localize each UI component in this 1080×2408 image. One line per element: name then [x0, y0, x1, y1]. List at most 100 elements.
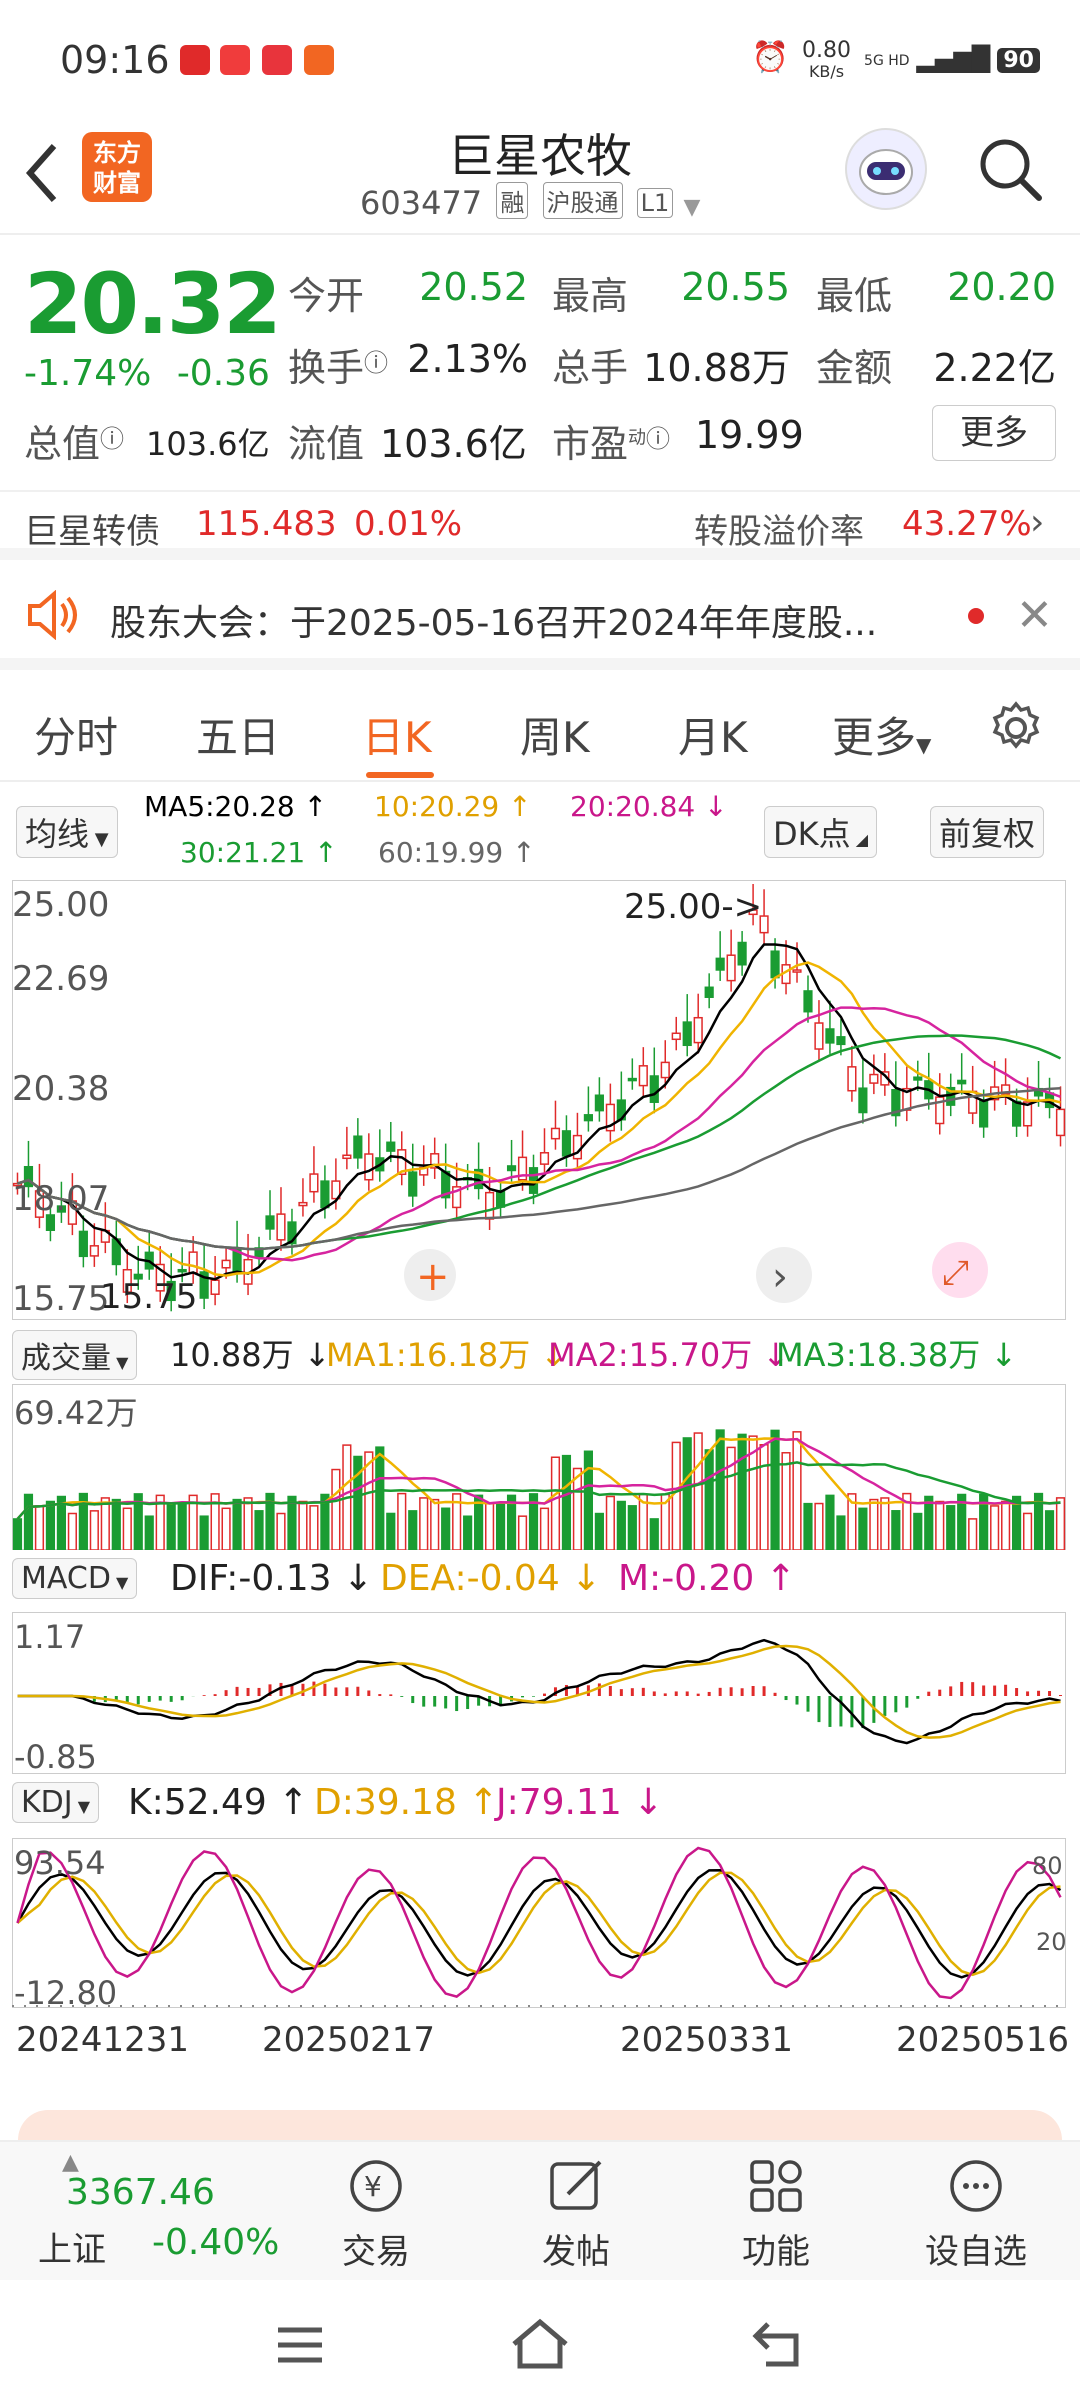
info-icon[interactable]: ⓘ — [646, 425, 670, 453]
trade-button[interactable]: ¥ 交易 — [296, 2156, 456, 2273]
kdj-level-80: 80 — [1032, 1852, 1063, 1880]
dk-label: DK点 — [773, 815, 851, 853]
quote-panel: 20.32 -1.74% -0.36 今开 20.52 最高 20.55 最低 … — [0, 235, 1080, 475]
volume-bar — [836, 1515, 846, 1551]
ma30-label: 30:21.21 ↑ — [180, 836, 338, 869]
tab-weekly-k[interactable]: 周K — [520, 704, 590, 765]
volume-legend: 成交量 ▼ 10.88万 ↓ MA1:16.18万 ↓ MA2:15.70万 ↓… — [0, 1330, 1080, 1386]
kline-chart[interactable]: 25.00 22.69 20.38 18.07 15.75 25.00-> 15… — [11, 879, 1067, 1321]
unread-dot — [968, 608, 984, 624]
candle-body — [693, 1016, 703, 1044]
ma-selector-label: 均线 — [25, 815, 90, 853]
adjust-mode-selector[interactable]: 前复权 — [930, 806, 1045, 858]
tab-daily-k[interactable]: 日K — [362, 704, 432, 765]
index-value[interactable]: 3367.46 — [66, 2172, 215, 2213]
kline-y4: 18.07 — [12, 1179, 109, 1219]
add-drawing-icon[interactable]: + — [404, 1249, 456, 1301]
promo-banner-edge[interactable] — [18, 2110, 1062, 2140]
low-price-marker: 15.75 — [100, 1277, 197, 1317]
candle-body — [210, 1279, 220, 1295]
volume-bar — [1001, 1500, 1011, 1551]
app-icon-1 — [180, 45, 210, 75]
menu-icon[interactable] — [270, 2320, 330, 2374]
add-watchlist-button[interactable]: 设自选 — [896, 2156, 1056, 2273]
svg-text:¥: ¥ — [364, 2170, 382, 2203]
search-icon[interactable] — [975, 134, 1045, 204]
back-nav-icon[interactable] — [750, 2316, 810, 2376]
candle-body — [506, 1165, 517, 1172]
volume-bar — [583, 1450, 593, 1551]
net-unit: KB/s — [808, 61, 845, 81]
volume-bar — [177, 1502, 187, 1551]
candle-body — [660, 1061, 670, 1079]
more-quote-button[interactable]: 更多 — [932, 405, 1056, 461]
kdj-chart[interactable]: 93.54 -12.80 80 20 — [11, 1837, 1067, 2012]
expand-icon[interactable]: ⤢ — [932, 1242, 988, 1298]
tab-intraday[interactable]: 分时 — [34, 704, 118, 765]
volume-bar — [605, 1495, 615, 1551]
function-button[interactable]: 功能 — [696, 2156, 856, 2273]
turnover-label: 换手 — [288, 346, 365, 390]
macd-chart[interactable]: 1.17 -0.85 — [11, 1611, 1067, 1776]
kline-y3: 20.38 — [12, 1069, 109, 1109]
net-type: 5G HD — [864, 53, 910, 69]
candle-body — [638, 1065, 648, 1087]
announcement-bar[interactable]: 股东大会：于2025-05-16召开2024年年度股... ✕ — [0, 570, 1080, 670]
next-arrow-icon[interactable]: › — [756, 1247, 812, 1303]
candle-body — [561, 1130, 572, 1157]
close-icon[interactable]: ✕ — [1016, 590, 1053, 641]
pe-label: 市盈 — [552, 422, 629, 466]
dropdown-triangle-icon[interactable]: ▼ — [683, 195, 700, 220]
dk-point-selector[interactable]: DK点 ◢ — [764, 806, 878, 858]
volume-chart[interactable]: 69.42万 — [11, 1383, 1067, 1551]
tab-more[interactable]: 更多▼ — [832, 704, 931, 765]
dropdown-triangle-icon: ▼ — [89, 829, 109, 850]
app-icon-2 — [220, 45, 250, 75]
tab-monthly-k[interactable]: 月K — [678, 704, 748, 765]
dropdown-triangle-icon: ▼ — [916, 733, 932, 757]
candle-body — [836, 1036, 846, 1046]
kdj-d: D:39.18 ↑ — [314, 1782, 499, 1823]
open-label: 今开 — [288, 274, 365, 318]
volume-bar — [166, 1502, 176, 1551]
volume-bar — [704, 1449, 714, 1551]
candle-body — [353, 1135, 363, 1159]
ma60-label: 60:19.99 ↑ — [378, 836, 536, 869]
amount-value: 2.22亿 — [933, 346, 1056, 390]
volume-bar — [682, 1437, 692, 1551]
candle-body — [869, 1073, 879, 1084]
app-icon-3 — [262, 45, 292, 75]
volume-bar — [331, 1468, 341, 1551]
assistant-robot-icon[interactable] — [845, 128, 927, 210]
info-icon[interactable]: ⓘ — [100, 425, 124, 453]
float-value: 103.6亿 — [380, 422, 527, 466]
settings-gear-icon[interactable] — [988, 700, 1044, 760]
macd-selector[interactable]: MACD ▼ — [12, 1558, 138, 1599]
volume-bar — [199, 1515, 209, 1551]
info-icon[interactable]: ⓘ — [364, 349, 388, 377]
high-value: 20.55 — [681, 265, 790, 309]
ma5-label: MA5:20.28 ↑ — [144, 790, 328, 823]
grid-icon — [746, 2156, 806, 2216]
candle-body — [177, 1268, 187, 1273]
tab-five-day[interactable]: 五日 — [196, 704, 280, 765]
volume-selector-label: 成交量 — [21, 1341, 111, 1376]
volume-selector[interactable]: 成交量 ▼ — [12, 1330, 138, 1380]
premium-value: 43.27% — [902, 504, 1032, 544]
candle-body — [649, 1075, 659, 1103]
volume-bar — [792, 1431, 802, 1551]
kdj-selector[interactable]: KDJ ▼ — [12, 1782, 100, 1823]
candle-body — [572, 1134, 583, 1160]
volume-bar — [616, 1500, 626, 1551]
volume-bar — [309, 1505, 319, 1551]
home-icon[interactable] — [508, 2316, 572, 2376]
volume-bar — [539, 1507, 550, 1551]
ma-selector[interactable]: 均线 ▼ — [16, 806, 118, 858]
kdj-j: J:79.11 ↓ — [496, 1782, 664, 1823]
convertible-bond-row[interactable]: 巨星转债 115.483 0.01% 转股溢价率 43.27% › — [0, 490, 1080, 560]
ma10-label: 10:20.29 ↑ — [374, 790, 532, 823]
volume-bar — [781, 1452, 791, 1551]
candle-body — [89, 1245, 99, 1257]
volume-bar — [968, 1518, 978, 1551]
post-button[interactable]: 发帖 — [496, 2156, 656, 2273]
